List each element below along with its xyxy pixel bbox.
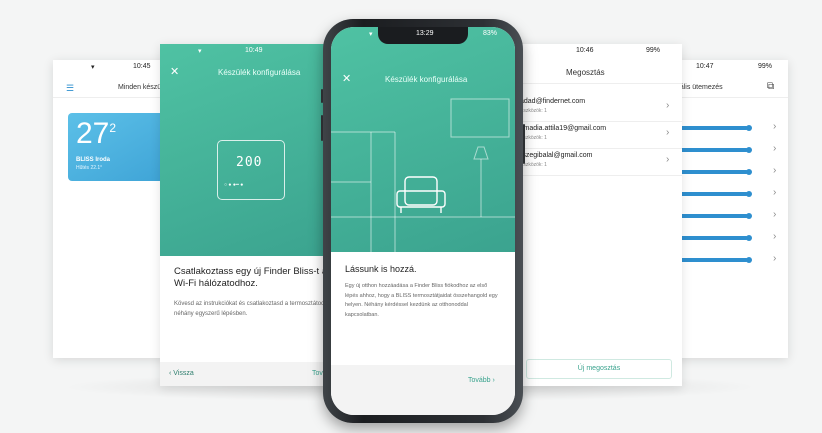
chevron-right-icon: › bbox=[773, 121, 777, 132]
chevron-right-icon: › bbox=[773, 187, 777, 198]
schedule-handle[interactable] bbox=[746, 213, 752, 219]
next-button[interactable]: Tovább › bbox=[468, 377, 495, 384]
divider bbox=[514, 83, 682, 84]
share-list-item[interactable]: zmadia.attila19@gmail.com Eszközök: 1 › bbox=[514, 123, 682, 149]
chevron-right-icon: › bbox=[666, 154, 670, 165]
divider bbox=[520, 175, 682, 176]
schedule-handle[interactable] bbox=[746, 125, 752, 131]
phone-screen: ▾ 13:29 83% ✕ Készülék konfigurálása Lás… bbox=[331, 27, 515, 415]
header-illustration: ▾ 13:29 83% ✕ Készülék konfigurálása bbox=[331, 27, 515, 252]
battery-level: 83% bbox=[483, 30, 498, 37]
header-illustration: ▾ 10:49 ✕ Készülék konfigurálása 200 ○ ●… bbox=[160, 44, 338, 256]
status-bar: 10:46 99% bbox=[514, 44, 682, 58]
chevron-right-icon: › bbox=[773, 143, 777, 154]
phone-device: ▾ 13:29 83% ✕ Készülék konfigurálása Lás… bbox=[321, 19, 525, 423]
status-time: 13:29 bbox=[416, 30, 434, 37]
thermostat-icon: 200 ○ ● ●━ ● bbox=[217, 140, 285, 200]
setup-heading: Lássunk is hozzá. bbox=[345, 264, 417, 274]
share-email: adad@findernet.com bbox=[520, 98, 586, 105]
divider bbox=[520, 121, 682, 122]
sharing-screen: 10:46 99% Megosztás adad@findernet.com Es… bbox=[514, 44, 682, 386]
share-email: zmadia.attila19@gmail.com bbox=[520, 125, 607, 132]
chevron-right-icon: › bbox=[666, 100, 670, 111]
device-card[interactable]: 272 BLISS Iroda Hűtés 22.1° bbox=[68, 113, 173, 181]
close-icon[interactable]: ✕ bbox=[170, 65, 179, 78]
schedule-handle[interactable] bbox=[746, 191, 752, 197]
chevron-right-icon: › bbox=[666, 127, 670, 138]
next-button[interactable]: Tov bbox=[312, 370, 323, 377]
thermostat-display: 200 bbox=[236, 155, 263, 170]
status-bar: ▾ 10:49 bbox=[160, 44, 338, 58]
setup-description: Egy új otthon hozzáadása a Finder Bliss … bbox=[345, 283, 498, 318]
new-share-button[interactable]: Új megosztás bbox=[526, 359, 672, 379]
device-name: BLISS Iroda bbox=[76, 157, 111, 163]
status-time: 10:45 bbox=[133, 63, 151, 70]
volume-up-button bbox=[321, 115, 323, 141]
chevron-right-icon: › bbox=[773, 231, 777, 242]
battery-level: 99% bbox=[758, 63, 773, 70]
footer-bar bbox=[331, 365, 515, 415]
temperature-value: 272 bbox=[76, 117, 117, 150]
configure-screen: ▾ 10:49 ✕ Készülék konfigurálása 200 ○ ●… bbox=[160, 44, 338, 386]
power-button bbox=[523, 124, 525, 164]
thermostat-buttons: ○ ● ●━ ● bbox=[224, 182, 244, 188]
mute-switch bbox=[321, 89, 323, 103]
schedule-handle[interactable] bbox=[746, 147, 752, 153]
share-list-item[interactable]: rszegibalal@gmail.com Eszközök: 1 › bbox=[514, 150, 682, 176]
share-device-count: Eszközök: 1 bbox=[520, 108, 547, 114]
battery-level: 99% bbox=[646, 47, 661, 54]
device-status: Hűtés 22.1° bbox=[76, 165, 103, 171]
divider bbox=[53, 97, 173, 98]
schedule-handle[interactable] bbox=[746, 257, 752, 263]
back-button[interactable]: ‹ Vissza bbox=[169, 370, 194, 377]
chevron-right-icon: › bbox=[773, 209, 777, 220]
status-time: 10:46 bbox=[576, 47, 594, 54]
wifi-icon: ▾ bbox=[198, 48, 202, 55]
status-bar: ▾ 13:29 83% bbox=[331, 27, 515, 41]
setup-description: Kövesd az instrukciókat és csatlakoztasd… bbox=[174, 301, 330, 317]
screen-title: Készülék konfigurálása bbox=[385, 75, 468, 84]
divider bbox=[670, 97, 788, 98]
status-bar: 10:47 99% bbox=[670, 60, 788, 74]
status-time: 10:49 bbox=[245, 47, 263, 54]
showcase-stage: ▾ 10:45 ☰ Minden készül 272 BLISS Iroda … bbox=[0, 0, 822, 433]
close-icon[interactable]: ✕ bbox=[342, 72, 351, 85]
armchair-icon bbox=[396, 176, 446, 213]
schedule-list: › › › › › › › bbox=[670, 120, 788, 270]
setup-heading: Csatlakoztass egy új Finder Bliss-t a Wi… bbox=[174, 266, 328, 289]
wifi-icon: ▾ bbox=[91, 64, 95, 71]
schedule-handle[interactable] bbox=[746, 169, 752, 175]
chevron-right-icon: › bbox=[773, 253, 777, 264]
screen-title: Készülék konfigurálása bbox=[218, 68, 301, 77]
page-title: Megosztás bbox=[566, 68, 605, 77]
schedule-handle[interactable] bbox=[746, 235, 752, 241]
copy-icon[interactable]: ⧉ bbox=[767, 81, 774, 92]
page-title: Minden készül bbox=[118, 84, 163, 91]
status-bar: ▾ 10:45 bbox=[53, 60, 173, 74]
share-email: rszegibalal@gmail.com bbox=[520, 152, 593, 159]
wifi-icon: ▾ bbox=[369, 31, 373, 38]
dashboard-screen: ▾ 10:45 ☰ Minden készül 272 BLISS Iroda … bbox=[53, 60, 173, 358]
room-illustration bbox=[331, 98, 515, 252]
menu-icon[interactable]: ☰ bbox=[66, 83, 74, 94]
share-list-item[interactable]: adad@findernet.com Eszközök: 1 › bbox=[514, 96, 682, 122]
chevron-right-icon: › bbox=[773, 165, 777, 176]
schedule-screen: 10:47 99% tuális ütemezés ⧉ › › › › › › › bbox=[670, 60, 788, 358]
status-time: 10:47 bbox=[696, 63, 714, 70]
divider bbox=[520, 148, 682, 149]
